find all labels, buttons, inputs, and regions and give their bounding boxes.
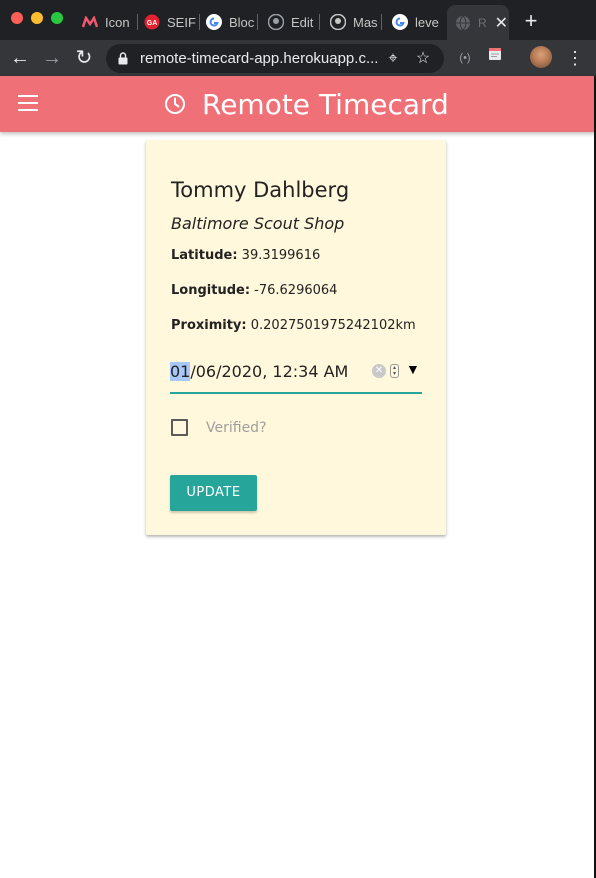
bookmark-star-icon[interactable]: ☆: [412, 44, 434, 73]
browser-tab[interactable]: Edit: [268, 6, 320, 38]
update-button[interactable]: UPDATE: [170, 475, 257, 511]
longitude-row: Longitude: -76.6296064: [171, 283, 337, 298]
zoom-window-button[interactable]: [51, 12, 63, 24]
latitude-label: Latitude:: [171, 248, 238, 263]
hamburger-menu-icon[interactable]: [18, 95, 38, 111]
github-logo-icon: [330, 14, 346, 30]
longitude-value: -76.6296064: [254, 283, 338, 298]
browser-tabstrip: Icon GA SEIF Bloc Edit Mas leve R ✕ +: [0, 0, 596, 40]
app-header: Remote Timecard: [0, 76, 596, 132]
latitude-row: Latitude: 39.3199616: [171, 248, 320, 263]
minimize-window-button[interactable]: [31, 12, 43, 24]
tab-label: R: [478, 15, 487, 30]
tab-label: leve: [415, 14, 439, 30]
tab-label: Bloc: [229, 14, 255, 30]
forward-arrow-icon[interactable]: →: [38, 44, 66, 72]
timecard-card: Tommy Dahlberg Baltimore Scout Shop Lati…: [146, 140, 446, 535]
tab-label: Icon: [105, 14, 130, 30]
tab-label: Edit: [291, 14, 314, 30]
notes-extension-icon[interactable]: [486, 46, 504, 70]
menu-kebab-icon[interactable]: ⋮: [566, 44, 584, 72]
extension-icon[interactable]: (•): [456, 46, 474, 70]
browser-toolbar: ← → ↻ remote-timecard-app.herokuapp.c...…: [0, 40, 596, 76]
app-title-group: Remote Timecard: [164, 76, 449, 132]
location-target-icon[interactable]: ⌖: [382, 44, 404, 73]
tab-label: Mas: [353, 14, 378, 30]
proximity-value: 0.2027501975242102km: [250, 318, 416, 333]
browser-tab[interactable]: leve: [392, 6, 442, 38]
latitude-value: 39.3199616: [241, 248, 321, 263]
datetime-value[interactable]: 01/06/2020, 12:34 AM: [170, 362, 348, 381]
close-window-button[interactable]: [11, 12, 23, 24]
dropdown-triangle-icon[interactable]: ▼: [406, 361, 420, 377]
profile-avatar[interactable]: [530, 46, 552, 68]
lock-icon: [118, 52, 128, 70]
m-logo-icon: [82, 14, 98, 30]
browser-tab[interactable]: Icon: [82, 6, 138, 38]
reload-icon[interactable]: ↻: [70, 44, 98, 72]
browser-tab[interactable]: Bloc: [206, 6, 258, 38]
employee-name: Tommy Dahlberg: [171, 178, 350, 202]
google-logo-icon: [392, 14, 408, 30]
browser-tab-active[interactable]: R ✕: [447, 5, 509, 40]
browser-tab[interactable]: Mas: [330, 6, 382, 38]
clear-icon[interactable]: ✕: [372, 364, 386, 378]
longitude-label: Longitude:: [171, 283, 251, 298]
google-logo-icon: [206, 14, 222, 30]
browser-tab[interactable]: GA SEIF: [144, 6, 200, 38]
datetime-input[interactable]: 01/06/2020, 12:34 AM ✕ ▴ ▾ ▼: [170, 356, 422, 394]
shop-name: Baltimore Scout Shop: [171, 214, 345, 233]
verified-checkbox[interactable]: [171, 419, 188, 436]
datetime-month-segment[interactable]: 01: [170, 362, 191, 381]
globe-icon: [455, 15, 471, 31]
proximity-row: Proximity: 0.2027501975242102km: [171, 318, 416, 333]
verified-label[interactable]: Verified?: [206, 420, 267, 436]
datetime-rest[interactable]: /06/2020, 12:34 AM: [190, 362, 348, 381]
github-logo-icon: [268, 14, 284, 30]
app-title: Remote Timecard: [202, 87, 449, 121]
proximity-label: Proximity:: [171, 318, 247, 333]
address-bar[interactable]: remote-timecard-app.herokuapp.c... ⌖ ☆: [106, 44, 444, 73]
url-text: remote-timecard-app.herokuapp.c...: [140, 50, 379, 67]
new-tab-button[interactable]: +: [520, 8, 542, 34]
tab-label: SEIF: [167, 14, 196, 30]
close-tab-icon[interactable]: ✕: [495, 13, 508, 33]
ga-logo-icon: GA: [144, 14, 160, 30]
back-arrow-icon[interactable]: ←: [6, 44, 34, 72]
spinner-icon[interactable]: ▴ ▾: [390, 364, 399, 378]
svg-text:GA: GA: [147, 20, 158, 27]
clock-icon: [165, 94, 185, 114]
